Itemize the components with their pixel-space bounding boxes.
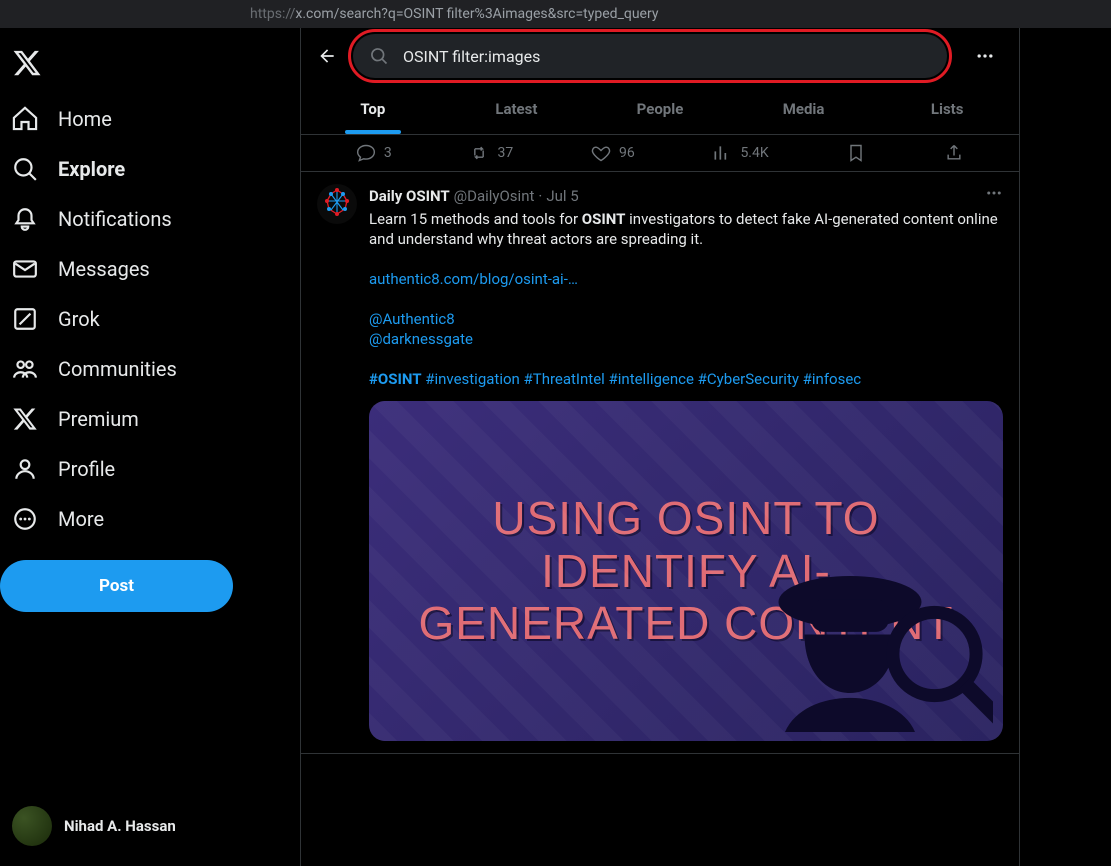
x-icon	[12, 406, 38, 432]
account-switcher[interactable]: Nihad A. Hassan	[0, 794, 292, 858]
tweet-media[interactable]: USING OSINT TO IDENTIFY AI-GENERATED CON…	[369, 401, 1003, 741]
reply-icon	[356, 143, 376, 163]
sidebar-item-label: Grok	[58, 307, 100, 331]
avatar	[12, 806, 52, 846]
sidebar-item-notifications[interactable]: Notifications	[0, 194, 292, 244]
mention[interactable]: @darknessgate	[369, 330, 473, 348]
home-icon	[12, 106, 38, 132]
sidebar-item-label: Premium	[58, 407, 139, 431]
search-input[interactable]	[403, 47, 931, 66]
spy-illustration-icon	[733, 511, 993, 741]
back-button[interactable]	[309, 38, 345, 74]
tweet-handle[interactable]: @DailyOsint	[454, 186, 535, 206]
sidebar-item-label: Communities	[58, 357, 177, 381]
sidebar-item-messages[interactable]: Messages	[0, 244, 292, 294]
browser-address-bar[interactable]: https:// x.com/search?q=OSINT filter%3Ai…	[0, 0, 1111, 28]
text-bold: OSINT	[582, 210, 626, 228]
sidebar-item-label: More	[58, 507, 104, 531]
tweet-more-button[interactable]	[985, 184, 1003, 207]
mention[interactable]: @Authentic8	[369, 310, 455, 328]
tweet-date[interactable]: Jul 5	[546, 186, 578, 206]
retweet-icon	[469, 143, 489, 163]
sidebar-item-home[interactable]: Home	[0, 94, 292, 144]
more-circle-icon	[12, 506, 38, 532]
envelope-icon	[12, 256, 38, 282]
sidebar-item-label: Notifications	[58, 207, 172, 231]
tab-people[interactable]: People	[588, 84, 732, 134]
search-icon	[369, 46, 389, 66]
tweet[interactable]: Daily OSINT @DailyOsint · Jul 5 Learn 15…	[301, 172, 1019, 754]
sidebar-item-label: Profile	[58, 457, 115, 481]
main-column: Top Latest People Media Lists 3 37 96 5.…	[300, 28, 1020, 866]
sidebar: Home Explore Notifications Messages Grok…	[0, 28, 300, 866]
tab-latest[interactable]: Latest	[445, 84, 589, 134]
bell-icon	[12, 206, 38, 232]
grok-icon	[12, 306, 38, 332]
heart-icon	[591, 143, 611, 163]
x-logo-icon	[12, 48, 42, 78]
reply-count: 3	[384, 145, 392, 161]
text: Learn 15 methods and tools for	[369, 210, 582, 228]
sidebar-item-explore[interactable]: Explore	[0, 144, 292, 194]
x-logo-button[interactable]	[0, 36, 292, 94]
account-name: Nihad A. Hassan	[64, 817, 176, 835]
sidebar-item-label: Explore	[58, 157, 125, 181]
sidebar-item-label: Home	[58, 107, 112, 131]
url-rest: x.com/search?q=OSINT filter%3Aimages&src…	[295, 6, 658, 22]
bookmark-button[interactable]	[846, 143, 866, 163]
arrow-left-icon	[317, 46, 337, 66]
views-count: 5.4K	[740, 145, 768, 161]
more-horizontal-icon	[975, 46, 995, 66]
more-horizontal-icon	[985, 184, 1003, 202]
tab-top[interactable]: Top	[301, 84, 445, 134]
like-count: 96	[619, 145, 635, 161]
sidebar-item-label: Messages	[58, 257, 150, 281]
sidebar-item-grok[interactable]: Grok	[0, 294, 292, 344]
tab-lists[interactable]: Lists	[875, 84, 1019, 134]
share-icon	[944, 143, 964, 163]
bookmark-icon	[846, 143, 866, 163]
retweet-button[interactable]: 37	[469, 143, 513, 163]
tweet-text: Learn 15 methods and tools for OSINT inv…	[369, 209, 1003, 389]
search-options-button[interactable]	[967, 38, 1003, 74]
tweet-author[interactable]: Daily OSINT	[369, 186, 450, 206]
views-icon	[712, 143, 732, 163]
tweet-avatar[interactable]	[317, 184, 357, 224]
tab-media[interactable]: Media	[732, 84, 876, 134]
tweet-link[interactable]: authentic8.com/blog/osint-ai-…	[369, 270, 578, 288]
right-rail	[1020, 28, 1110, 866]
hashtag[interactable]: #OSINT	[369, 370, 422, 388]
retweet-count: 37	[497, 145, 513, 161]
people-icon	[12, 356, 38, 382]
sidebar-item-profile[interactable]: Profile	[0, 444, 292, 494]
engagement-bar: 3 37 96 5.4K	[301, 135, 1019, 172]
search-icon	[12, 156, 38, 182]
avatar-icon	[317, 184, 357, 224]
sidebar-item-more[interactable]: More	[0, 494, 292, 544]
like-button[interactable]: 96	[591, 143, 635, 163]
reply-button[interactable]: 3	[356, 143, 392, 163]
hashtags[interactable]: #investigation #ThreatIntel #intelligenc…	[422, 370, 862, 388]
search-tabs: Top Latest People Media Lists	[301, 84, 1019, 135]
post-button[interactable]: Post	[0, 560, 233, 612]
views-button[interactable]: 5.4K	[712, 143, 768, 163]
share-button[interactable]	[944, 143, 964, 163]
sidebar-item-premium[interactable]: Premium	[0, 394, 292, 444]
search-box[interactable]	[353, 34, 947, 78]
url-scheme: https://	[250, 6, 295, 22]
dot-separator: ·	[538, 186, 542, 206]
sidebar-item-communities[interactable]: Communities	[0, 344, 292, 394]
profile-icon	[12, 456, 38, 482]
